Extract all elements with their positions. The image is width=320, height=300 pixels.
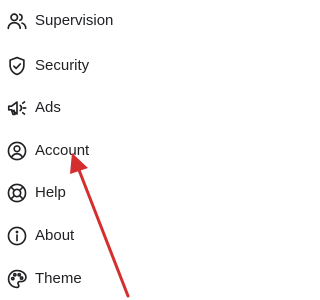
info-icon <box>6 225 28 247</box>
menu-item-label: Help <box>35 184 66 201</box>
menu-item-theme[interactable]: Theme <box>0 262 260 296</box>
menu-item-label: Supervision <box>35 12 114 29</box>
account-icon <box>6 140 28 162</box>
menu-item-supervision[interactable]: Supervision <box>0 4 260 38</box>
menu-item-label: Theme <box>35 270 82 287</box>
menu-item-label: Account <box>35 142 90 159</box>
menu-item-security[interactable]: Security <box>0 49 260 83</box>
palette-icon <box>6 268 28 290</box>
menu-item-account[interactable]: Account <box>0 134 260 168</box>
menu-item-ads[interactable]: Ads <box>0 91 260 125</box>
megaphone-icon <box>6 97 28 119</box>
menu-item-label: Security <box>35 57 90 74</box>
lifebuoy-icon <box>6 182 28 204</box>
settings-menu: Supervision Security Ads Account Help Ab… <box>0 0 260 300</box>
menu-item-about[interactable]: About <box>0 219 260 253</box>
shield-icon <box>6 55 28 77</box>
menu-item-label: Ads <box>35 99 61 116</box>
menu-item-help[interactable]: Help <box>0 176 260 210</box>
menu-item-label: About <box>35 227 75 244</box>
supervision-icon <box>6 10 28 32</box>
